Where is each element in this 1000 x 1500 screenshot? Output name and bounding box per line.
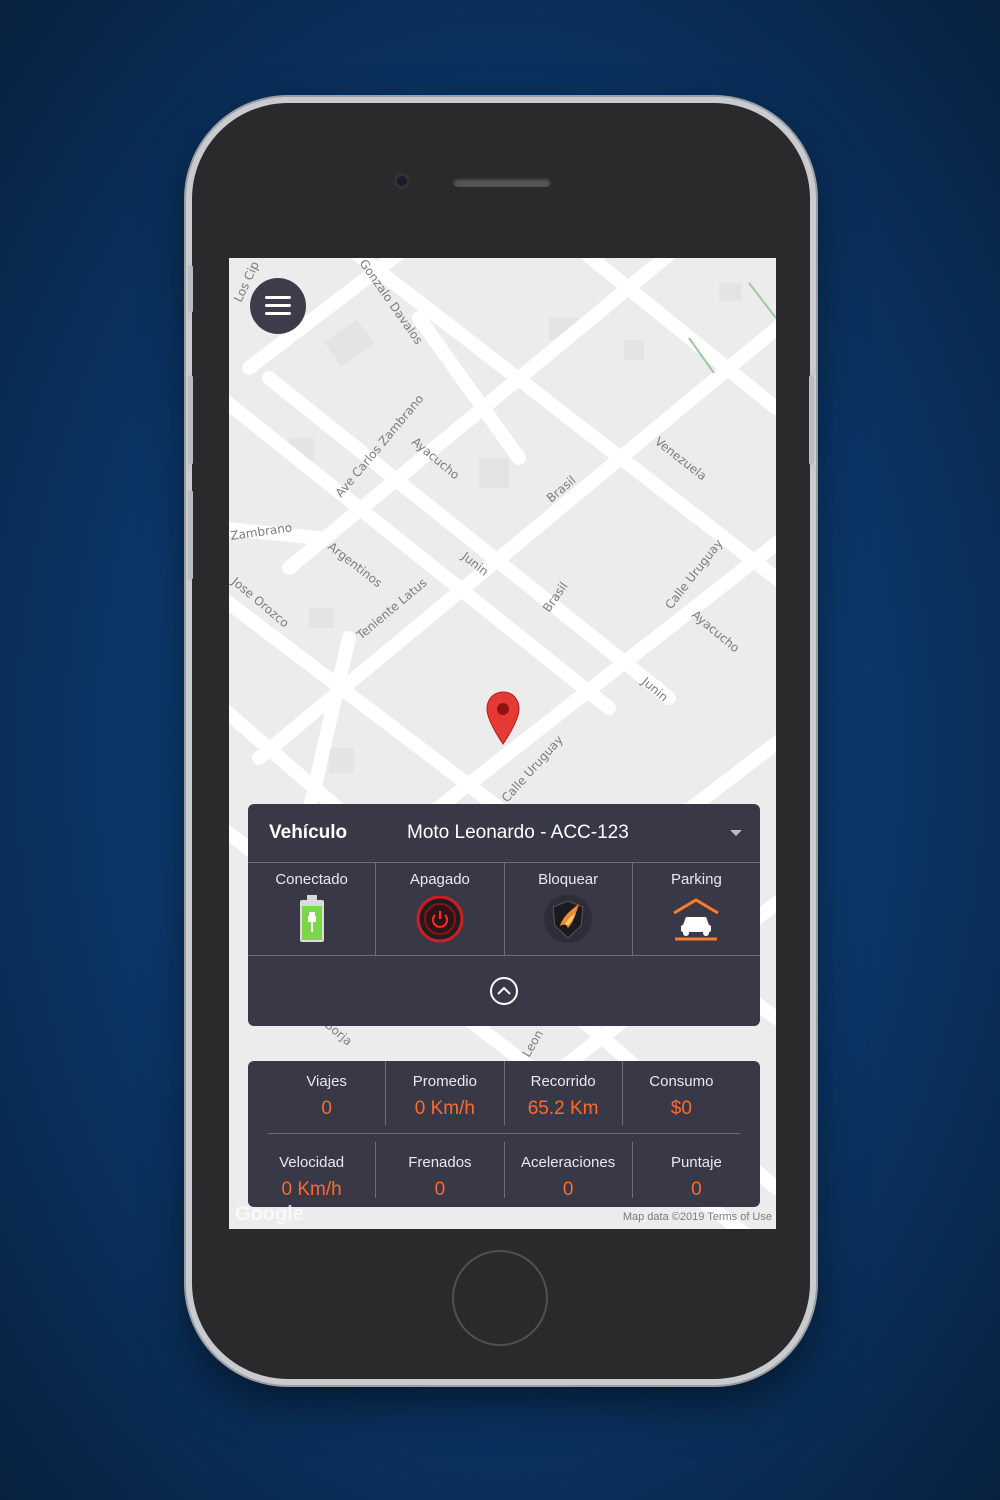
stat-label: Consumo [649, 1073, 714, 1090]
stat-label: Viajes [306, 1073, 347, 1090]
vehicle-name: Moto Leonardo - ACC-123 [407, 822, 629, 843]
stat-value: 0 [321, 1098, 332, 1119]
stats-row: Velocidad 0 Km/h Frenados 0 Aceleracione… [248, 1134, 760, 1206]
stat-label: Puntaje [670, 1154, 722, 1171]
action-bloquear[interactable]: Bloquear [505, 863, 633, 955]
stats-row: Viajes 0 Promedio 0 Km/h Recorrido 65.2 … [268, 1061, 740, 1134]
power-icon [415, 894, 465, 944]
vehicle-selector[interactable]: Vehículo Moto Leonardo - ACC-123 [248, 804, 760, 863]
stat-value: 0 [562, 1179, 574, 1200]
stat-label: Recorrido [530, 1073, 596, 1090]
vehicle-actions: Conectado Apagado Bloquear Parking [248, 863, 760, 956]
chevron-down-icon[interactable] [730, 830, 742, 836]
hamburger-icon [265, 296, 291, 316]
stat-consumo: Consumo $0 [621, 1061, 740, 1125]
stat-label: Velocidad [279, 1154, 345, 1171]
battery-plug-icon [287, 894, 337, 944]
stat-aceleraciones: Aceleraciones 0 [503, 1142, 632, 1200]
action-label: Apagado [409, 871, 470, 888]
home-button[interactable] [452, 1250, 548, 1346]
stat-recorrido: Recorrido 65.2 Km [503, 1061, 622, 1125]
location-pin-icon[interactable] [485, 690, 521, 746]
action-label: Bloquear [538, 871, 599, 888]
action-apagado[interactable]: Apagado [376, 863, 505, 955]
stat-value: 0 Km/h [281, 1179, 342, 1200]
stat-value: 0 [434, 1179, 446, 1200]
action-label: Conectado [275, 871, 348, 888]
vehicle-panel: Vehículo Moto Leonardo - ACC-123 Conecta… [248, 804, 760, 1026]
mute-switch [188, 265, 193, 313]
front-camera [394, 173, 410, 189]
stat-viajes: Viajes 0 [268, 1061, 385, 1125]
volume-up-button [188, 375, 193, 465]
map-footer: Google Map data ©2019 Terms of Use [229, 1203, 776, 1229]
shield-flame-icon [543, 894, 593, 944]
action-conectado[interactable]: Conectado [248, 863, 377, 955]
collapse-row [248, 956, 760, 1026]
garage-car-icon [671, 894, 721, 944]
vehicle-label: Vehículo [269, 822, 348, 843]
stat-frenados: Frenados 0 [375, 1142, 503, 1200]
stat-velocidad: Velocidad 0 Km/h [248, 1142, 375, 1200]
stat-label: Aceleraciones [521, 1154, 616, 1171]
stat-value: $0 [670, 1098, 692, 1119]
google-logo: Google [235, 1203, 304, 1225]
stat-label: Promedio [412, 1073, 477, 1090]
power-button [809, 375, 814, 465]
chevron-up-icon[interactable] [490, 977, 518, 1005]
stats-panel: Viajes 0 Promedio 0 Km/h Recorrido 65.2 … [248, 1061, 760, 1207]
stat-promedio: Promedio 0 Km/h [385, 1061, 503, 1125]
stat-value: 0 [691, 1179, 702, 1200]
stat-label: Frenados [408, 1154, 472, 1171]
action-parking[interactable]: Parking [633, 863, 760, 955]
stat-puntaje: Puntaje 0 [631, 1142, 760, 1200]
menu-button[interactable] [250, 278, 306, 334]
volume-down-button [188, 490, 193, 580]
stat-value: 0 Km/h [414, 1098, 475, 1119]
action-label: Parking [670, 871, 722, 888]
earpiece-speaker [453, 177, 551, 187]
app-screen: Los Cip Gonzalo Davalos Ave Carlos Zambr… [229, 258, 776, 1229]
map-data-link[interactable]: Map data ©2019 Terms of Use [623, 1211, 772, 1223]
stat-value: 65.2 Km [527, 1098, 599, 1119]
